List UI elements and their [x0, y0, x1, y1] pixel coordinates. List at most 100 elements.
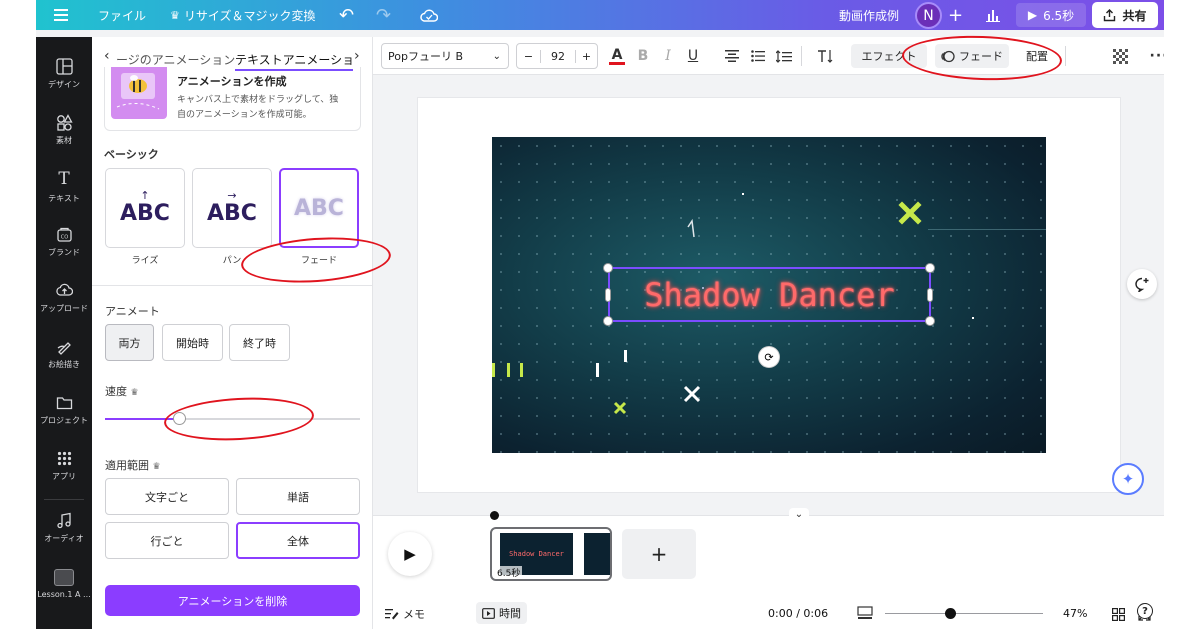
rail-divider: [44, 499, 84, 500]
avatar[interactable]: N: [915, 2, 942, 29]
bullet-list-icon[interactable]: [746, 44, 770, 68]
rail-item-brand[interactable]: CO ブランド: [36, 217, 92, 267]
toolbar-divider: [801, 46, 802, 66]
chevron-right-icon[interactable]: ›: [354, 48, 360, 64]
rail-item-apps[interactable]: アプリ: [36, 441, 92, 491]
add-collaborator-icon[interactable]: +: [948, 0, 963, 30]
rail-item-text[interactable]: T テキスト: [36, 161, 92, 211]
folder-icon: [56, 397, 72, 410]
resize-handle-top-left[interactable]: [603, 263, 613, 273]
elements-icon: [56, 114, 73, 131]
zoom-slider[interactable]: [885, 608, 1043, 619]
basic-section-label: ベーシック: [104, 148, 159, 161]
pan-preview-text: ABC: [207, 201, 257, 226]
rotate-icon[interactable]: ⟳: [759, 347, 779, 367]
increase-size-button[interactable]: +: [575, 49, 597, 63]
page-view-icon[interactable]: [857, 605, 873, 624]
decrease-size-button[interactable]: −: [517, 49, 541, 63]
italic-icon[interactable]: I: [656, 44, 680, 68]
timeline-panel: ⌄ ▶ Shadow Dancer 6.5秒 + メモ 時間 0:00 / 0:…: [373, 508, 1164, 629]
play-icon: ▶: [404, 545, 416, 563]
upload-icon: [55, 283, 73, 296]
rise-preview-text: ABC: [120, 201, 170, 226]
fade-preview-text: ABC: [294, 195, 344, 221]
play-preview-button[interactable]: ▶ 6.5秒: [1016, 3, 1086, 27]
underline-icon[interactable]: U: [681, 44, 705, 68]
magic-assistant-icon[interactable]: ✦: [1112, 463, 1144, 495]
rail-item-elements[interactable]: 素材: [36, 105, 92, 155]
add-comment-icon[interactable]: [1127, 269, 1157, 299]
svg-text:CO: CO: [60, 235, 67, 241]
help-button[interactable]: ?: [1137, 603, 1153, 619]
share-button[interactable]: 共有: [1092, 2, 1158, 28]
resize-handle-bottom-right[interactable]: [925, 316, 935, 326]
grid-view-icon[interactable]: [1112, 606, 1126, 625]
project-title[interactable]: 動画作成例: [839, 0, 899, 30]
apps-icon: [57, 451, 71, 466]
create-animation-title: アニメーションを作成: [177, 75, 287, 88]
animation-panel: ‹ ージのアニメーション テキストアニメーショ › アニメーションを作成 キャン…: [92, 37, 373, 629]
timer-icon: [482, 607, 495, 619]
timeline-clip[interactable]: Shadow Dancer 6.5秒: [490, 527, 612, 581]
title-text[interactable]: Shadow Dancer: [608, 268, 931, 322]
rail-item-draw[interactable]: お絵描き: [36, 329, 92, 379]
chevron-down-icon[interactable]: ⌄: [789, 508, 809, 520]
notes-icon: [385, 609, 399, 620]
play-icon: ▶: [1027, 8, 1038, 22]
add-page-button[interactable]: +: [622, 529, 696, 579]
resize-handle-right[interactable]: [927, 288, 933, 302]
create-animation-thumbnail: [111, 67, 167, 119]
menu-icon[interactable]: [54, 0, 68, 30]
animate-end-button[interactable]: 終了時: [229, 324, 290, 361]
resize-handle-bottom-left[interactable]: [603, 316, 613, 326]
delete-animation-button[interactable]: アニメーションを削除: [105, 585, 360, 616]
align-center-icon[interactable]: [720, 44, 744, 68]
notes-button[interactable]: メモ: [385, 606, 425, 622]
cloud-sync-icon[interactable]: [420, 0, 438, 30]
chevron-left-icon[interactable]: ‹: [104, 48, 110, 64]
line-spacing-icon[interactable]: [772, 44, 796, 68]
bold-icon[interactable]: B: [631, 44, 655, 68]
transparency-icon[interactable]: [1108, 44, 1132, 68]
zoom-percent[interactable]: 47%: [1063, 607, 1087, 620]
font-size-stepper[interactable]: − 92 +: [516, 43, 598, 69]
scope-per-line-button[interactable]: 行ごと: [105, 522, 229, 559]
rail-item-lesson[interactable]: Lesson.1 A ...: [36, 559, 92, 609]
animation-rise-tile[interactable]: ↑ ABC: [105, 168, 185, 248]
crown-icon: ♛: [130, 388, 139, 398]
animation-pan-tile[interactable]: → ABC: [192, 168, 272, 248]
scope-per-char-button[interactable]: 文字ごと: [105, 478, 229, 515]
animation-fade-tile[interactable]: ABC: [279, 168, 359, 248]
tab-text-animation[interactable]: テキストアニメーショ: [235, 51, 354, 68]
more-options-icon[interactable]: ···: [1147, 44, 1164, 68]
side-rail: デザイン 素材 T テキスト CO ブランド アップロード お絵描き プロジェク…: [36, 37, 92, 629]
undo-icon[interactable]: ↶: [339, 0, 354, 30]
insights-icon[interactable]: [979, 3, 1007, 27]
file-menu[interactable]: ファイル: [98, 0, 146, 30]
text-color-icon[interactable]: A: [605, 44, 629, 68]
zoom-slider-handle[interactable]: [944, 608, 956, 619]
timing-button[interactable]: 時間: [476, 602, 527, 624]
resize-handle-left[interactable]: [605, 288, 611, 302]
scope-whole-button[interactable]: 全体: [236, 522, 360, 559]
clip-thumbnail: [584, 533, 610, 575]
redo-icon[interactable]: ↷: [376, 0, 391, 30]
timecode: 0:00 / 0:06: [768, 607, 829, 620]
timeline-play-button[interactable]: ▶: [388, 532, 432, 576]
rail-item-audio[interactable]: オーディオ: [36, 503, 92, 553]
resize-handle-top-right[interactable]: [925, 263, 935, 273]
tab-page-animation[interactable]: ージのアニメーション: [116, 51, 235, 68]
font-size-value[interactable]: 92: [541, 50, 575, 63]
resize-button[interactable]: ♛ リサイズ＆マジック変換: [170, 0, 316, 30]
rail-item-upload[interactable]: アップロード: [36, 273, 92, 323]
rail-item-projects[interactable]: プロジェクト: [36, 385, 92, 435]
rail-item-design[interactable]: デザイン: [36, 49, 92, 99]
animate-both-button[interactable]: 両方: [105, 324, 154, 361]
crown-icon: ♛: [170, 8, 180, 22]
create-animation-desc-1: キャンバス上で素材をドラッグして、独: [177, 95, 339, 105]
font-select[interactable]: Popフューリ B ⌄: [381, 43, 509, 69]
create-animation-card[interactable]: アニメーションを作成 キャンバス上で素材をドラッグして、独 自のアニメーションを…: [104, 67, 361, 131]
animate-start-button[interactable]: 開始時: [162, 324, 223, 361]
vertical-text-icon[interactable]: [813, 44, 837, 68]
scope-per-word-button[interactable]: 単語: [236, 478, 360, 515]
